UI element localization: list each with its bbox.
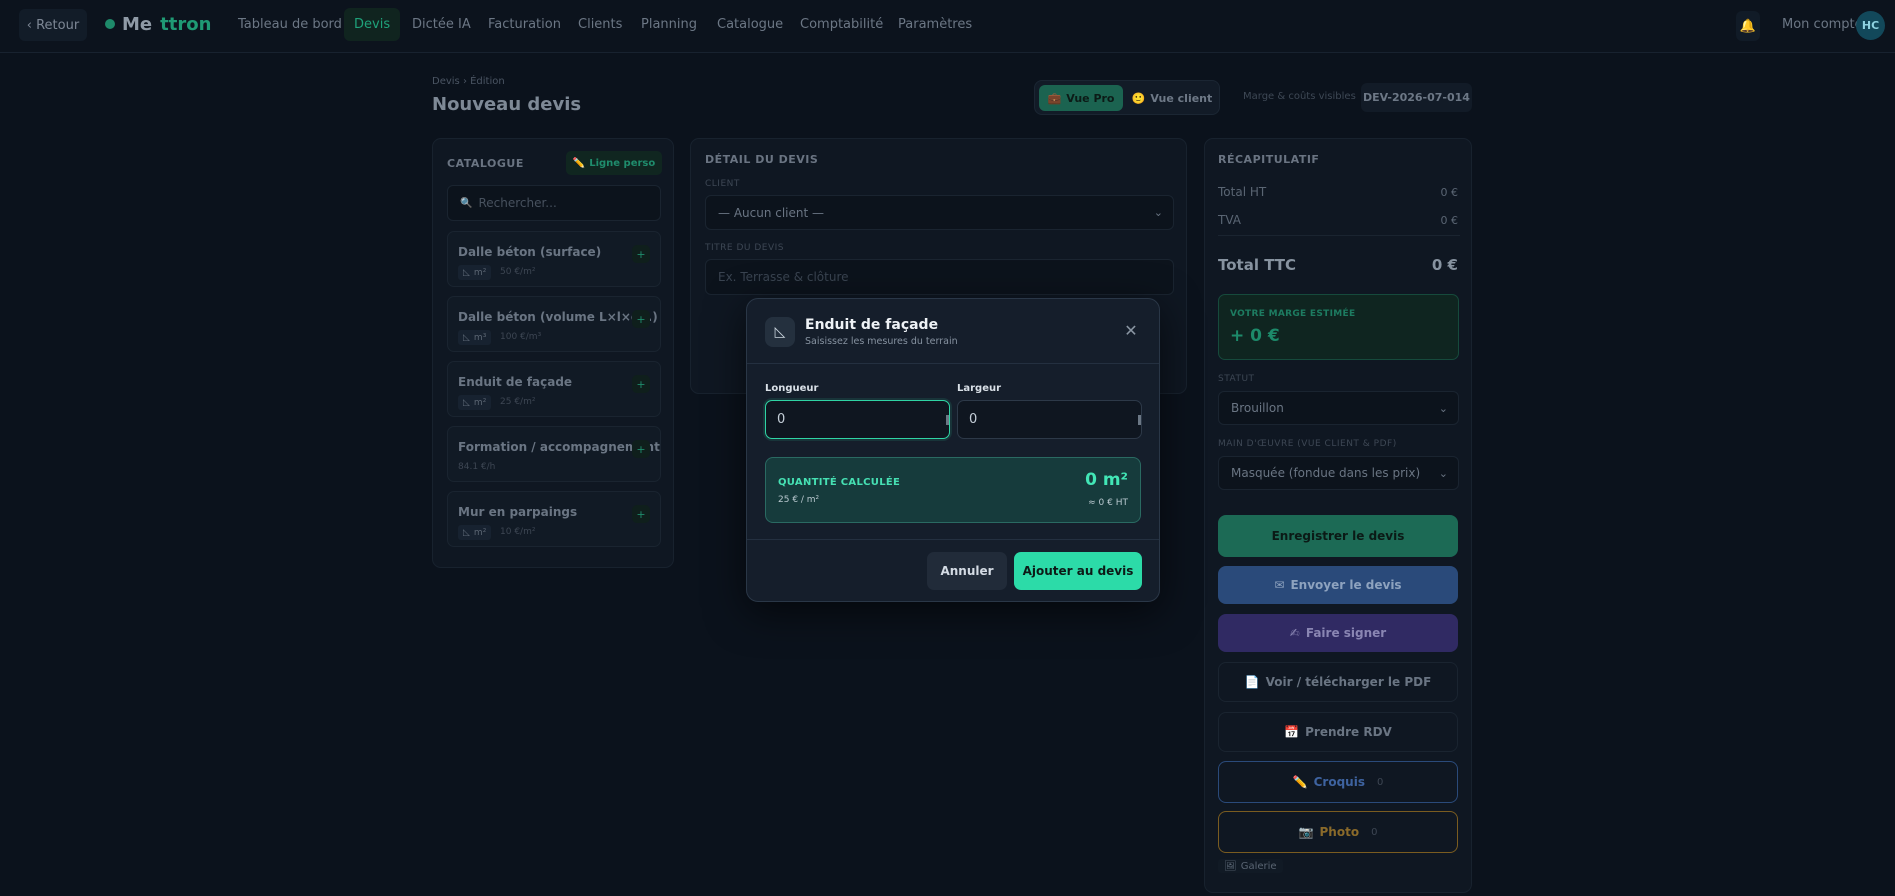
unit-price: 25 € / m²: [778, 495, 820, 505]
set-square-icon: ◺: [765, 317, 795, 347]
width-label: Largeur: [957, 383, 1002, 394]
add-to-quote-button[interactable]: Ajouter au devis: [1014, 552, 1142, 590]
measure-modal: ◺ Enduit de façade Saisissez les mesures…: [746, 298, 1160, 602]
width-value: 0: [969, 412, 978, 427]
length-value: 0: [777, 412, 786, 427]
modal-title: Enduit de façade: [805, 317, 939, 333]
input-scroll-handle: [1138, 415, 1141, 425]
close-icon[interactable]: ✕: [1121, 320, 1141, 340]
cancel-button[interactable]: Annuler: [927, 552, 1007, 590]
computed-quantity-box: QUANTITÉ CALCULÉE 25 € / m² 0 m² ≈ 0 € H…: [765, 457, 1141, 523]
length-label: Longueur: [765, 383, 819, 394]
length-input[interactable]: 0: [765, 400, 950, 439]
modal-footer-divider: [747, 539, 1159, 540]
quantity-value: 0 m²: [1085, 470, 1128, 490]
modal-divider: [747, 363, 1159, 364]
width-input[interactable]: 0: [957, 400, 1142, 439]
modal-subtitle: Saisissez les mesures du terrain: [805, 336, 958, 347]
quantity-ht: ≈ 0 € HT: [1088, 498, 1128, 508]
quantity-label: QUANTITÉ CALCULÉE: [778, 477, 901, 488]
input-scroll-handle: [946, 415, 949, 425]
